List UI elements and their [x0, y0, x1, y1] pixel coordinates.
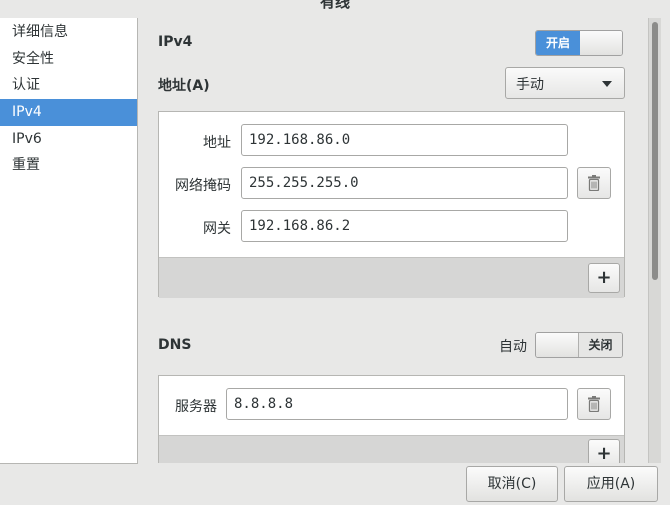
sidebar-item-reset[interactable]: 重置 [0, 152, 137, 179]
gateway-input[interactable]: 192.168.86.2 [241, 210, 568, 242]
address-label: 地址 [203, 135, 231, 151]
scrollbar-thumb[interactable] [652, 22, 658, 280]
chevron-down-icon [602, 81, 612, 87]
title-bar: 有线 [0, 0, 670, 18]
delete-dns-button[interactable] [577, 388, 611, 420]
address-method-value: 手动 [516, 77, 544, 93]
dns-box-footer: + [159, 435, 624, 463]
address-method-dropdown[interactable]: 手动 [505, 67, 625, 99]
cancel-button[interactable]: 取消(C) [466, 466, 558, 502]
netmask-label: 网络掩码 [175, 178, 231, 194]
dns-auto-toggle-switch[interactable]: 关闭 [535, 332, 623, 358]
sidebar: 详细信息 安全性 认证 IPv4 IPv6 重置 [0, 18, 138, 464]
trash-icon [588, 396, 600, 412]
window-title: 有线 [319, 0, 350, 11]
toggle-knob [536, 333, 580, 357]
trash-icon [588, 175, 600, 191]
dns-server-input[interactable]: 8.8.8.8 [226, 388, 568, 420]
sidebar-item-ipv6[interactable]: IPv6 [0, 126, 137, 153]
toggle-knob [580, 31, 622, 55]
address-box-footer: + [159, 257, 624, 298]
sidebar-item-security[interactable]: 安全性 [0, 46, 137, 73]
delete-address-button[interactable] [577, 167, 611, 199]
add-address-button[interactable]: + [588, 263, 620, 293]
plus-icon: + [596, 443, 612, 463]
address-input[interactable]: 192.168.86.0 [241, 124, 568, 156]
apply-button[interactable]: 应用(A) [564, 466, 658, 502]
content-scrollbar[interactable] [648, 18, 661, 463]
sidebar-item-ipv4[interactable]: IPv4 [0, 99, 137, 126]
sidebar-item-auth[interactable]: 认证 [0, 72, 137, 99]
window-edge [661, 18, 670, 505]
plus-icon: + [596, 267, 612, 288]
sidebar-item-details[interactable]: 详细信息 [0, 19, 137, 46]
add-dns-button[interactable]: + [588, 439, 620, 463]
gateway-label: 网关 [203, 221, 231, 237]
address-method-label: 地址(A) [158, 78, 210, 94]
ipv4-toggle-switch[interactable]: 开启 [535, 30, 623, 56]
dns-server-box: 服务器 8.8.8.8 + [158, 375, 625, 463]
ipv4-settings-panel: IPv4 开启 地址(A) 手动 地址 192.168.86.0 网络掩码 25… [138, 18, 648, 463]
toggle-on-label: 开启 [536, 31, 580, 55]
dns-section-label: DNS [158, 337, 192, 353]
dns-server-label: 服务器 [175, 399, 217, 415]
ipv4-section-label: IPv4 [158, 34, 193, 50]
toggle-off-label: 关闭 [578, 333, 622, 357]
address-list-box: 地址 192.168.86.0 网络掩码 255.255.255.0 网关 19… [158, 111, 625, 298]
netmask-input[interactable]: 255.255.255.0 [241, 167, 568, 199]
dns-auto-label: 自动 [499, 339, 527, 355]
